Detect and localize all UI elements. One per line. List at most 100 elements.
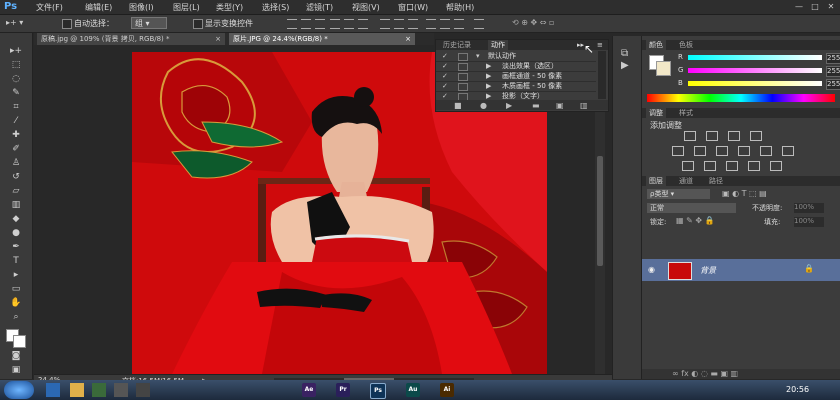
- tab-original-photo[interactable]: 原片.JPG @ 24.4%(RGB/8) * ×: [229, 33, 415, 45]
- expand-icon[interactable]: ▶: [486, 61, 491, 71]
- scroll-thumb[interactable]: [597, 156, 603, 266]
- dodge-tool-icon[interactable]: ●: [6, 227, 26, 239]
- quick-select-tool-icon[interactable]: ✎: [6, 87, 26, 99]
- menu-edit[interactable]: 编辑(E): [85, 2, 112, 13]
- vibrance-icon[interactable]: [672, 146, 684, 156]
- background-swatch[interactable]: [656, 61, 671, 76]
- auto-align-icon[interactable]: [474, 19, 484, 29]
- expand-icon[interactable]: ▶: [486, 81, 491, 91]
- tab-channels[interactable]: 通道: [676, 176, 696, 186]
- pen-tool-icon[interactable]: ✒: [6, 241, 26, 253]
- clock[interactable]: 20:56: [786, 385, 809, 394]
- tab-color[interactable]: 颜色: [646, 40, 666, 50]
- tab-layers[interactable]: 图层: [646, 176, 666, 186]
- brightness-contrast-icon[interactable]: [684, 131, 696, 141]
- lasso-tool-icon[interactable]: ◌: [6, 73, 26, 85]
- history-panel-icon[interactable]: ⧉: [621, 48, 628, 59]
- stop-icon[interactable]: ■: [454, 101, 462, 110]
- toggle-check-icon[interactable]: ✓: [442, 71, 448, 81]
- brush-tool-icon[interactable]: ✐: [6, 143, 26, 155]
- history-brush-tool-icon[interactable]: ↺: [6, 171, 26, 183]
- path-select-tool-icon[interactable]: ▸: [6, 269, 26, 281]
- menu-file[interactable]: 文件(F): [36, 2, 63, 13]
- start-button[interactable]: [4, 381, 34, 399]
- blur-tool-icon[interactable]: ◆: [6, 213, 26, 225]
- record-icon[interactable]: ●: [480, 101, 487, 110]
- menu-filter[interactable]: 滤镜(T): [306, 2, 333, 13]
- toggle-check-icon[interactable]: ✓: [442, 81, 448, 91]
- distribute-right-icon[interactable]: [454, 19, 464, 29]
- tab-actions[interactable]: 动作: [488, 40, 508, 50]
- menu-help[interactable]: 帮助(H): [446, 2, 474, 13]
- show-transform-checkbox[interactable]: [193, 19, 203, 29]
- maximize-button[interactable]: □: [808, 2, 822, 12]
- channel-b-slider[interactable]: [688, 81, 822, 86]
- 3d-mode-icons[interactable]: ⟲ ⊕ ✥ ⇔ ▫: [512, 18, 554, 27]
- layer-filter-select[interactable]: ρ类型 ▾: [647, 189, 710, 199]
- dialog-toggle-icon[interactable]: [458, 73, 468, 81]
- illustrator-icon[interactable]: Ai: [440, 383, 454, 397]
- distribute-left-icon[interactable]: [426, 19, 436, 29]
- channel-r-slider[interactable]: [688, 55, 822, 60]
- zoom-tool-icon[interactable]: ⌕: [6, 311, 26, 323]
- screen-mode-icon[interactable]: ▣: [6, 364, 26, 376]
- folder-icon[interactable]: [70, 383, 84, 397]
- ie-icon[interactable]: [46, 383, 60, 397]
- quick-mask-icon[interactable]: ◙: [6, 350, 26, 362]
- dialog-toggle-icon[interactable]: [458, 53, 468, 61]
- tab-close-icon[interactable]: ×: [215, 33, 221, 45]
- color-spectrum-bar[interactable]: [647, 94, 835, 102]
- toggle-check-icon[interactable]: ✓: [442, 51, 448, 61]
- play-icon[interactable]: ▶: [506, 101, 512, 110]
- auto-select-dropdown[interactable]: 组 ▾: [131, 17, 167, 29]
- channel-g-value[interactable]: 255: [826, 66, 840, 77]
- opacity-input[interactable]: 100%: [794, 203, 824, 213]
- tab-history[interactable]: 历史记录: [440, 40, 474, 50]
- move-tool-preset-icon[interactable]: ▸+ ▾: [6, 18, 23, 27]
- align-vcenter-icon[interactable]: [301, 19, 311, 29]
- layer-name[interactable]: 背景: [700, 265, 716, 276]
- type-tool-icon[interactable]: T: [6, 255, 26, 267]
- align-hcenter-icon[interactable]: [344, 19, 354, 29]
- toggle-check-icon[interactable]: ✓: [442, 61, 448, 71]
- menu-type[interactable]: 类型(Y): [216, 2, 243, 13]
- tab-adjustments[interactable]: 调整: [646, 108, 666, 118]
- blend-mode-select[interactable]: 正常: [647, 203, 736, 213]
- distribute-vcenter-icon[interactable]: [394, 19, 404, 29]
- trash-icon[interactable]: ▥: [580, 101, 588, 110]
- audition-icon[interactable]: Au: [406, 383, 420, 397]
- menu-window[interactable]: 窗口(W): [398, 2, 428, 13]
- align-right-icon[interactable]: [358, 19, 368, 29]
- healing-brush-tool-icon[interactable]: ✚: [6, 129, 26, 141]
- align-left-icon[interactable]: [330, 19, 340, 29]
- crop-tool-icon[interactable]: ⌗: [6, 101, 26, 113]
- posterize-icon[interactable]: [704, 161, 716, 171]
- close-window-button[interactable]: ✕: [824, 2, 838, 12]
- distribute-top-icon[interactable]: [380, 19, 390, 29]
- tab-styles[interactable]: 样式: [676, 108, 696, 118]
- gradient-map-icon[interactable]: [748, 161, 760, 171]
- after-effects-icon[interactable]: Ae: [302, 383, 316, 397]
- expand-icon[interactable]: ▾: [476, 51, 480, 61]
- shape-tool-icon[interactable]: ▭: [6, 283, 26, 295]
- tab-swatches[interactable]: 色板: [676, 40, 696, 50]
- align-bottom-icon[interactable]: [315, 19, 325, 29]
- auto-select-checkbox[interactable]: [62, 19, 72, 29]
- media-icon[interactable]: [92, 383, 106, 397]
- menu-view[interactable]: 视图(V): [352, 2, 380, 13]
- new-set-icon[interactable]: ▬: [532, 101, 540, 110]
- hand-tool-icon[interactable]: ✋: [6, 297, 26, 309]
- menu-select[interactable]: 选择(S): [262, 2, 289, 13]
- filter-icons[interactable]: ▣ ◐ T ⬚ ▤: [722, 189, 767, 198]
- distribute-hcenter-icon[interactable]: [440, 19, 450, 29]
- channel-r-value[interactable]: 255: [826, 53, 840, 64]
- layer-footer-icons[interactable]: ∞ fx ◐ ◌ ▬ ▣ ▥: [672, 369, 738, 378]
- app-icon[interactable]: [114, 383, 128, 397]
- photoshop-taskbar-icon[interactable]: Ps: [370, 383, 386, 399]
- premiere-icon[interactable]: Pr: [336, 383, 350, 397]
- menu-image[interactable]: 图像(I): [129, 2, 154, 13]
- fill-input[interactable]: 100%: [794, 217, 824, 227]
- photo-filter-icon[interactable]: [760, 146, 772, 156]
- dialog-toggle-icon[interactable]: [458, 63, 468, 71]
- menu-layer[interactable]: 图层(L): [173, 2, 200, 13]
